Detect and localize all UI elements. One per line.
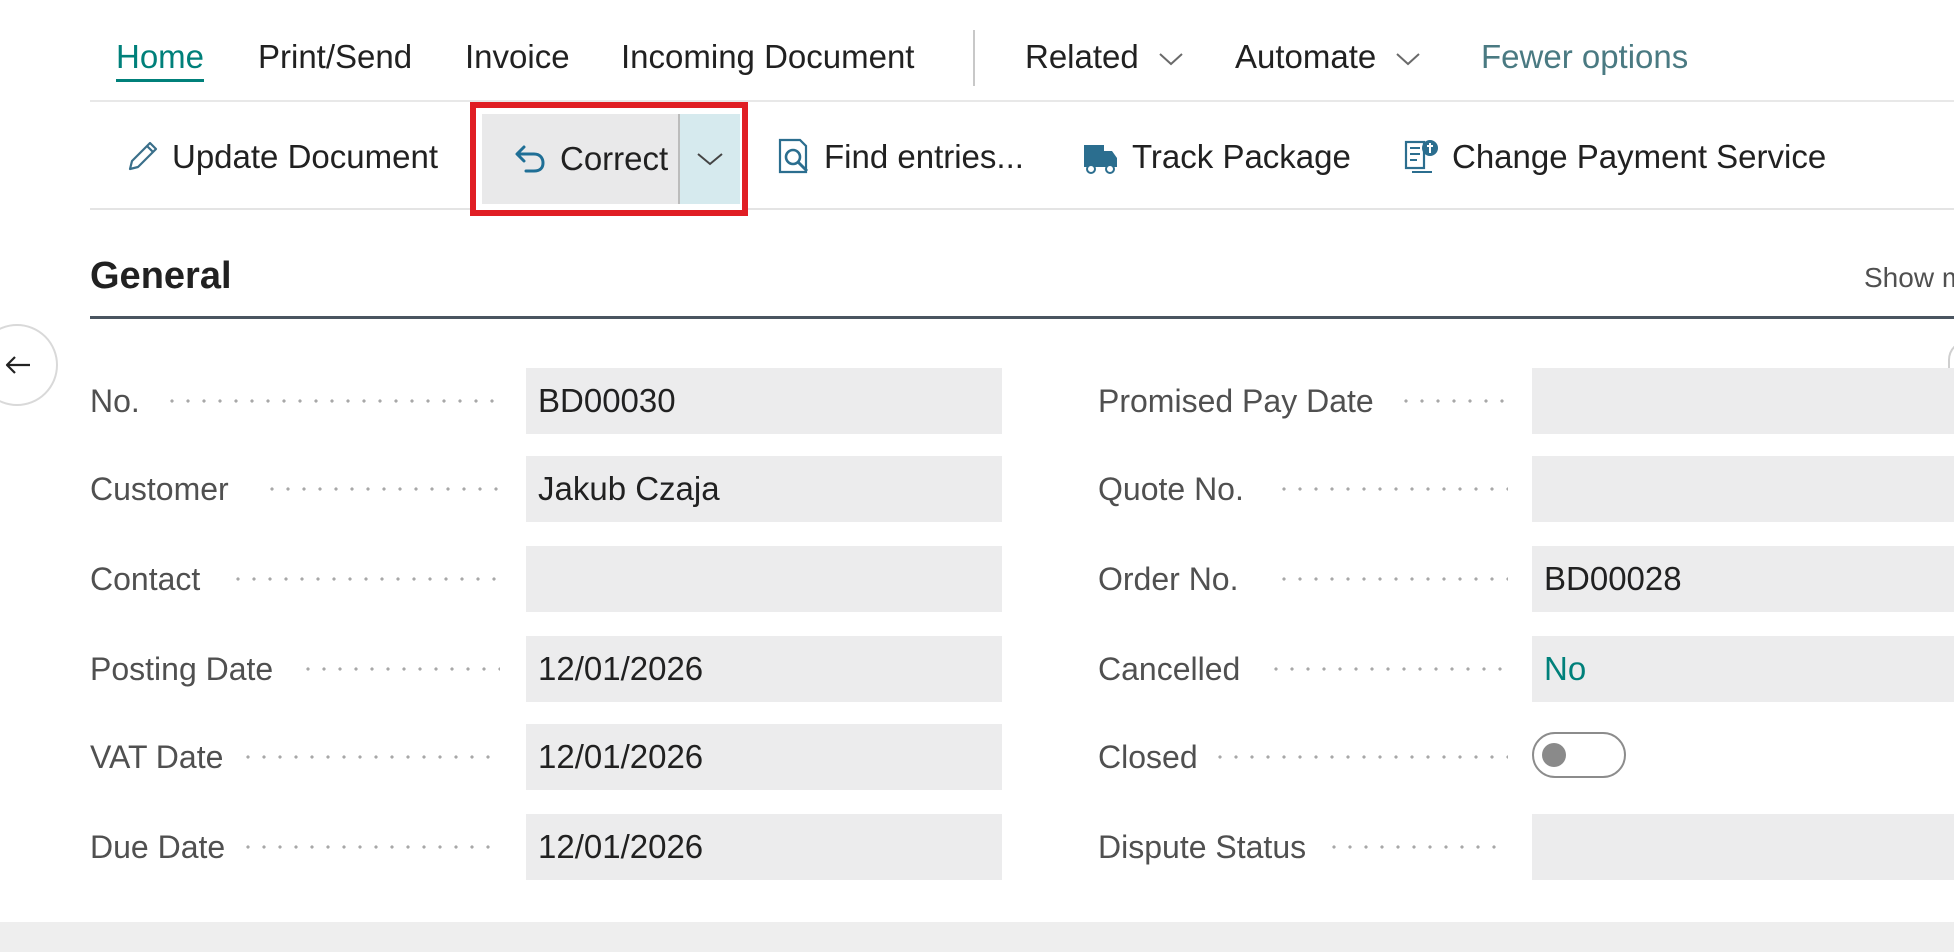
page: Home Print/Send Invoice Incoming Documen… bbox=[0, 0, 1954, 952]
find-document-icon bbox=[778, 138, 809, 174]
menu-bar: Home Print/Send Invoice Incoming Documen… bbox=[90, 20, 1954, 102]
footer-band bbox=[0, 922, 1954, 952]
correct-dropdown-button[interactable] bbox=[678, 114, 740, 204]
field-label: Posting Date bbox=[90, 650, 274, 687]
leader-dots bbox=[1212, 755, 1508, 759]
update-document-label: Update Document bbox=[172, 138, 438, 175]
back-button[interactable] bbox=[0, 324, 58, 406]
truck-icon bbox=[1084, 145, 1117, 174]
show-more-link[interactable]: Show m bbox=[1864, 262, 1954, 294]
menu-invoice[interactable]: Invoice bbox=[465, 38, 570, 76]
field-label: Customer bbox=[90, 470, 229, 507]
field-label: Cancelled bbox=[1098, 650, 1241, 687]
leader-dots bbox=[1276, 487, 1508, 491]
chevron-down-icon bbox=[697, 153, 723, 166]
field-label: Dispute Status bbox=[1098, 828, 1307, 865]
change-payment-service-label: Change Payment Service bbox=[1452, 138, 1827, 175]
due-date-field[interactable]: 12/01/2026 bbox=[526, 814, 1002, 880]
menu-home[interactable]: Home bbox=[116, 38, 205, 82]
section-title: General bbox=[90, 255, 232, 297]
leader-dots bbox=[240, 845, 500, 849]
section-divider bbox=[90, 316, 1954, 319]
field-label: Quote No. bbox=[1098, 470, 1244, 507]
order-no-field[interactable]: BD00028 bbox=[1532, 546, 1954, 612]
find-entries-button[interactable]: Find entries... bbox=[774, 132, 1024, 182]
menu-automate[interactable]: Automate bbox=[1235, 38, 1421, 76]
leader-dots bbox=[164, 399, 500, 403]
track-package-button[interactable]: Track Package bbox=[1080, 132, 1351, 182]
leader-dots bbox=[1326, 845, 1508, 849]
track-package-label: Track Package bbox=[1132, 138, 1351, 175]
action-bar: Update Document Correct Find entries... bbox=[90, 102, 1954, 216]
correct-label: Correct bbox=[560, 140, 669, 177]
dispute-status-field[interactable] bbox=[1532, 814, 1954, 880]
correct-highlight: Correct bbox=[470, 102, 748, 216]
leader-dots bbox=[240, 755, 500, 759]
contact-field[interactable] bbox=[526, 546, 1002, 612]
field-label: Closed bbox=[1098, 738, 1198, 775]
undo-icon bbox=[515, 145, 545, 173]
pencil-icon bbox=[128, 141, 158, 171]
correct-button[interactable]: Correct bbox=[482, 114, 678, 204]
leader-dots bbox=[300, 667, 500, 671]
chevron-down-icon bbox=[1159, 53, 1183, 66]
cancelled-field[interactable]: No bbox=[1532, 636, 1954, 702]
leader-dots bbox=[1268, 667, 1508, 671]
field-label: Promised Pay Date bbox=[1098, 382, 1374, 419]
vat-date-field[interactable]: 12/01/2026 bbox=[526, 724, 1002, 790]
payment-service-icon bbox=[1404, 140, 1438, 173]
field-label: VAT Date bbox=[90, 738, 224, 775]
closed-toggle[interactable] bbox=[1532, 732, 1626, 778]
menu-divider bbox=[973, 30, 975, 86]
promised-pay-date-field[interactable] bbox=[1532, 368, 1954, 434]
update-document-button[interactable]: Update Document bbox=[122, 132, 438, 182]
field-label: Order No. bbox=[1098, 560, 1239, 597]
change-payment-service-button[interactable]: Change Payment Service bbox=[1402, 132, 1826, 182]
leader-dots bbox=[1276, 577, 1508, 581]
quote-no-field[interactable] bbox=[1532, 456, 1954, 522]
chevron-down-icon bbox=[1396, 53, 1421, 66]
posting-date-field[interactable]: 12/01/2026 bbox=[526, 636, 1002, 702]
field-label: Contact bbox=[90, 560, 201, 597]
field-label: No. bbox=[90, 382, 140, 419]
find-entries-label: Find entries... bbox=[824, 138, 1024, 175]
field-label: Due Date bbox=[90, 828, 226, 865]
arrow-left-icon bbox=[5, 356, 30, 374]
customer-field[interactable]: Jakub Czaja bbox=[526, 456, 1002, 522]
leader-dots bbox=[230, 577, 500, 581]
menu-print-send[interactable]: Print/Send bbox=[258, 38, 412, 76]
leader-dots bbox=[1398, 399, 1508, 403]
menu-related-label: Related bbox=[1025, 38, 1139, 75]
leader-dots bbox=[264, 487, 500, 491]
no-field[interactable]: BD00030 bbox=[526, 368, 1002, 434]
menu-incoming-document[interactable]: Incoming Document bbox=[621, 38, 914, 76]
menu-fewer-options[interactable]: Fewer options bbox=[1481, 38, 1688, 76]
menu-automate-label: Automate bbox=[1235, 38, 1377, 75]
menu-related[interactable]: Related bbox=[1025, 38, 1184, 76]
toggle-knob bbox=[1542, 743, 1566, 767]
